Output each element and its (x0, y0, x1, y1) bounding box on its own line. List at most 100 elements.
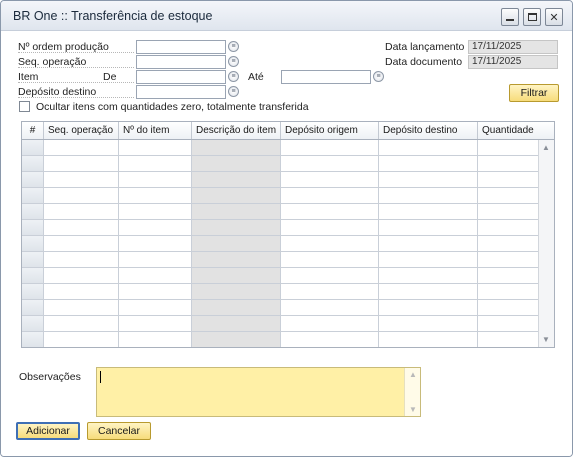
cell-deposito-origem[interactable] (281, 172, 379, 188)
cell-deposito-origem[interactable] (281, 252, 379, 268)
cell-seq-operacao[interactable] (44, 204, 119, 220)
col-header-descricao-item[interactable]: Descrição do item (192, 122, 281, 139)
cell-numero-item[interactable] (119, 300, 192, 316)
cell-deposito-destino[interactable] (379, 172, 478, 188)
cell-deposito-origem[interactable] (281, 332, 379, 347)
maximize-button[interactable] (523, 8, 541, 26)
item-ate-picker-icon[interactable]: ≡ (373, 71, 384, 82)
cell-seq-operacao[interactable] (44, 300, 119, 316)
observacoes-scroll-up-icon[interactable]: ▲ (409, 370, 417, 379)
cell-quantidade[interactable] (478, 236, 539, 252)
cell-deposito-origem[interactable] (281, 204, 379, 220)
seq-operacao-input[interactable] (136, 55, 226, 69)
cell-numero-item[interactable] (119, 156, 192, 172)
cell-deposito-origem[interactable] (281, 284, 379, 300)
cell-numero-item[interactable] (119, 220, 192, 236)
table-row[interactable] (22, 252, 539, 268)
cell-deposito-origem[interactable] (281, 236, 379, 252)
table-row[interactable] (22, 172, 539, 188)
adicionar-button[interactable]: Adicionar (16, 422, 80, 440)
cell-quantidade[interactable] (478, 220, 539, 236)
item-ate-input[interactable] (281, 70, 371, 84)
cell-quantidade[interactable] (478, 300, 539, 316)
cell-deposito-destino[interactable] (379, 300, 478, 316)
cell-deposito-origem[interactable] (281, 268, 379, 284)
table-row[interactable] (22, 188, 539, 204)
cell-seq-operacao[interactable] (44, 188, 119, 204)
deposito-destino-input[interactable] (136, 85, 226, 99)
cell-quantidade[interactable] (478, 140, 539, 156)
cell-deposito-destino[interactable] (379, 316, 478, 332)
table-row[interactable] (22, 156, 539, 172)
col-header-quantidade[interactable]: Quantidade (478, 122, 537, 139)
scroll-up-icon[interactable]: ▲ (542, 143, 550, 152)
cell-deposito-origem[interactable] (281, 300, 379, 316)
cell-deposito-origem[interactable] (281, 140, 379, 156)
cell-seq-operacao[interactable] (44, 284, 119, 300)
cell-seq-operacao[interactable] (44, 332, 119, 347)
cell-numero-item[interactable] (119, 172, 192, 188)
cell-seq-operacao[interactable] (44, 316, 119, 332)
deposito-destino-picker-icon[interactable]: ≡ (228, 86, 239, 97)
table-row[interactable] (22, 332, 539, 347)
cell-seq-operacao[interactable] (44, 172, 119, 188)
cell-deposito-destino[interactable] (379, 156, 478, 172)
observacoes-scrollbar[interactable]: ▲ ▼ (404, 368, 420, 416)
cell-numero-item[interactable] (119, 268, 192, 284)
table-row[interactable] (22, 284, 539, 300)
item-de-picker-icon[interactable]: ≡ (228, 71, 239, 82)
cell-deposito-destino[interactable] (379, 140, 478, 156)
ocultar-checkbox[interactable] (19, 101, 30, 112)
table-row[interactable] (22, 236, 539, 252)
table-row[interactable] (22, 300, 539, 316)
ordem-producao-input[interactable] (136, 40, 226, 54)
table-row[interactable] (22, 220, 539, 236)
col-header-index[interactable]: # (22, 122, 44, 139)
ordem-producao-picker-icon[interactable]: ≡ (228, 41, 239, 52)
cell-deposito-destino[interactable] (379, 220, 478, 236)
close-button[interactable]: ✕ (545, 8, 563, 26)
cell-numero-item[interactable] (119, 188, 192, 204)
cell-numero-item[interactable] (119, 332, 192, 347)
table-row[interactable] (22, 268, 539, 284)
cell-quantidade[interactable] (478, 252, 539, 268)
col-header-seq-operacao[interactable]: Seq. operação (44, 122, 119, 139)
cell-quantidade[interactable] (478, 188, 539, 204)
cell-deposito-destino[interactable] (379, 268, 478, 284)
grid-vertical-scrollbar[interactable]: ▲ ▼ (538, 140, 554, 347)
cell-deposito-destino[interactable] (379, 236, 478, 252)
cancelar-button[interactable]: Cancelar (87, 422, 151, 440)
cell-quantidade[interactable] (478, 284, 539, 300)
cell-numero-item[interactable] (119, 140, 192, 156)
scroll-down-icon[interactable]: ▼ (542, 335, 550, 344)
cell-seq-operacao[interactable] (44, 156, 119, 172)
cell-deposito-destino[interactable] (379, 188, 478, 204)
col-header-deposito-origem[interactable]: Depósito origem (281, 122, 379, 139)
cell-numero-item[interactable] (119, 236, 192, 252)
cell-deposito-destino[interactable] (379, 332, 478, 347)
cell-quantidade[interactable] (478, 268, 539, 284)
cell-quantidade[interactable] (478, 332, 539, 347)
filtrar-button[interactable]: Filtrar (509, 84, 559, 102)
table-row[interactable] (22, 316, 539, 332)
cell-deposito-destino[interactable] (379, 204, 478, 220)
cell-numero-item[interactable] (119, 284, 192, 300)
cell-deposito-origem[interactable] (281, 156, 379, 172)
seq-operacao-picker-icon[interactable]: ≡ (228, 56, 239, 67)
col-header-numero-item[interactable]: Nº do item (119, 122, 192, 139)
col-header-deposito-destino[interactable]: Depósito destino (379, 122, 478, 139)
cell-seq-operacao[interactable] (44, 140, 119, 156)
cell-quantidade[interactable] (478, 316, 539, 332)
cell-quantidade[interactable] (478, 204, 539, 220)
observacoes-scroll-down-icon[interactable]: ▼ (409, 405, 417, 414)
cell-quantidade[interactable] (478, 172, 539, 188)
observacoes-textarea[interactable]: ▲ ▼ (96, 367, 421, 417)
cell-seq-operacao[interactable] (44, 220, 119, 236)
cell-deposito-origem[interactable] (281, 188, 379, 204)
cell-seq-operacao[interactable] (44, 236, 119, 252)
cell-deposito-origem[interactable] (281, 316, 379, 332)
table-row[interactable] (22, 140, 539, 156)
cell-deposito-destino[interactable] (379, 284, 478, 300)
table-row[interactable] (22, 204, 539, 220)
cell-seq-operacao[interactable] (44, 268, 119, 284)
